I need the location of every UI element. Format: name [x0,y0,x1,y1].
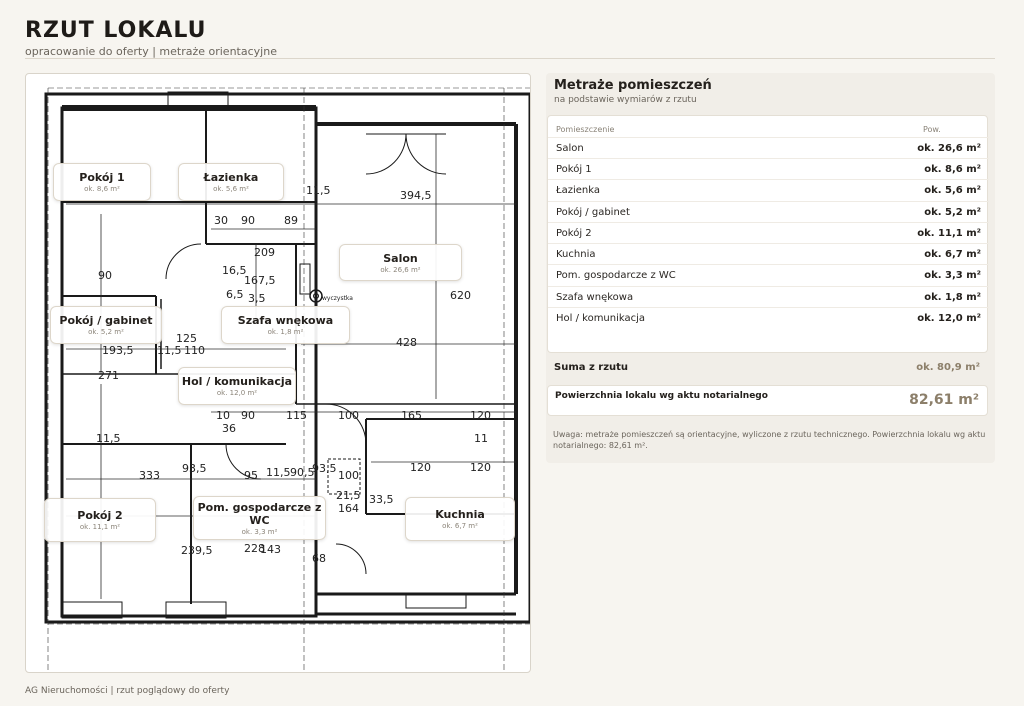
room-label-pokoj-2: Pokój 2 ok. 11,1 m² [44,498,156,542]
dimension-label: 11,5 [96,432,121,445]
column-header-area: Pow. [923,125,941,134]
wyczystka-annotation: wyczystka [322,295,353,302]
page-footer: AG Nieruchomości | rzut poglądowy do ofe… [25,686,230,696]
page-subtitle: opracowanie do oferty | metraże orientac… [25,45,277,58]
table-row: Pokój 1 ok. 8,6 m² [548,158,989,179]
dimension-label: 21,5 [336,489,361,502]
dimension-label: 428 [396,336,417,349]
header-divider [25,58,995,59]
dimension-label: 33,5 [369,493,394,506]
dimension-label: 11,5 [306,184,331,197]
row-room-name: Kuchnia [556,249,596,260]
dimension-label: 271 [98,369,119,382]
dimension-label: 143 [260,543,281,556]
row-room-name: Salon [556,143,584,154]
dimension-label: 115 [286,409,307,422]
row-room-name: Pokój 2 [556,228,592,239]
table-row: Kuchnia ok. 6,7 m² [548,243,989,264]
dimension-label: 93,5 [312,462,337,475]
dimension-label: 30 [214,214,228,227]
dimension-label: 90,5 [290,466,315,479]
dimension-label: 333 [139,469,160,482]
row-room-area: ok. 3,3 m² [924,270,981,281]
sum-row: Suma z rzutu ok. 80,9 m² [547,357,988,379]
sum-value: ok. 80,9 m² [916,362,980,373]
table-row: Pokój 2 ok. 11,1 m² [548,222,989,243]
table-row: Pokój / gabinet ok. 5,2 m² [548,201,989,222]
notary-label: Powierzchnia lokalu wg aktu notarialnego [555,391,768,401]
dimension-label: 11 [474,432,488,445]
dimension-label: 36 [222,422,236,435]
room-label-pokoj-gabinet: Pokój / gabinet ok. 5,2 m² [50,306,162,344]
dimension-label: 239,5 [181,544,213,557]
dimension-label: 11,5 [157,344,182,357]
page-title: RZUT LOKALU [25,18,207,43]
dimension-label: 100 [338,409,359,422]
disclaimer-note: Uwaga: metraże pomieszczeń są orientacyj… [553,430,986,450]
table-row: Łazienka ok. 5,6 m² [548,179,989,200]
dimension-label: 93,5 [182,462,207,475]
page-header: RZUT LOKALU opracowanie do oferty | metr… [25,18,995,58]
dimension-label: 394,5 [400,189,432,202]
dimension-label: 95 [244,469,258,482]
dimension-label: 164 [338,502,359,515]
dimension-label: 100 [338,469,359,482]
sum-label: Suma z rzutu [554,362,629,373]
notary-value: 82,61 m² [909,392,979,408]
row-room-name: Szafa wnękowa [556,292,634,303]
row-room-area: ok. 6,7 m² [924,249,981,260]
row-room-name: Pokój / gabinet [556,207,630,218]
dimension-label: 110 [184,344,205,357]
dimension-label: 16,5 [222,264,247,277]
dimension-label: 167,5 [244,274,276,287]
table-row: Szafa wnękowa ok. 1,8 m² [548,286,989,307]
room-label-hol: Hol / komunikacja ok. 12,0 m² [178,367,296,405]
room-label-pokoj-1: Pokój 1 ok. 8,6 m² [53,163,151,201]
row-room-area: ok. 8,6 m² [924,164,981,175]
dimension-label: 120 [470,409,491,422]
dimension-label: 90 [98,269,112,282]
table-row: Salon ok. 26,6 m² [548,137,989,158]
table-row: Pom. gospodarcze z WC ok. 3,3 m² [548,264,989,285]
dimension-label: 120 [410,461,431,474]
row-room-name: Pom. gospodarcze z WC [556,270,676,281]
column-header-room: Pomieszczenie [556,125,615,134]
row-room-name: Łazienka [556,185,601,196]
room-label-lazienka: Łazienka ok. 5,6 m² [178,163,284,201]
notary-area-card: Powierzchnia lokalu wg aktu notarialnego… [547,385,988,416]
dimension-label: 120 [470,461,491,474]
room-label-kuchnia: Kuchnia ok. 6,7 m² [405,497,515,541]
room-label-pom-gospodarcze: Pom. gospodarcze z WC ok. 3,3 m² [193,496,326,540]
room-label-salon: Salon ok. 26,6 m² [339,244,462,281]
summary-subtitle: na podstawie wymiarów z rzutu [554,95,697,105]
row-room-area: ok. 26,6 m² [917,143,981,154]
row-room-name: Pokój 1 [556,164,592,175]
dimension-label: 89 [284,214,298,227]
row-room-area: ok. 5,2 m² [924,207,981,218]
dimension-label: 620 [450,289,471,302]
row-room-area: ok. 1,8 m² [924,292,981,303]
dimension-label: 90 [241,409,255,422]
dimension-label: 6,5 [226,288,244,301]
area-summary-panel: Metraże pomieszczeń na podstawie wymiaró… [546,73,995,463]
floor-plan-panel: 394,5 11,5 30 90 89 209 16,5 167,5 6,5 3… [25,73,531,673]
area-table: Pomieszczenie Pow. Salon ok. 26,6 m² Pok… [547,115,989,353]
dimension-label: 165 [401,409,422,422]
table-row: Hol / komunikacja ok. 12,0 m² [548,307,989,328]
dimension-label: 90 [241,214,255,227]
dimension-label: 11,5 [266,466,291,479]
room-label-szafa-wnekowa: Szafa wnękowa ok. 1,8 m² [221,306,350,344]
dimension-label: 10 [216,409,230,422]
dimension-label: 193,5 [102,344,134,357]
row-room-name: Hol / komunikacja [556,313,646,324]
row-room-area: ok. 12,0 m² [917,313,981,324]
dimension-label: 209 [254,246,275,259]
summary-title: Metraże pomieszczeń [554,78,712,93]
dimension-label: 68 [312,552,326,565]
row-room-area: ok. 11,1 m² [917,228,981,239]
row-room-area: ok. 5,6 m² [924,185,981,196]
dimension-label: 3,5 [248,292,266,305]
